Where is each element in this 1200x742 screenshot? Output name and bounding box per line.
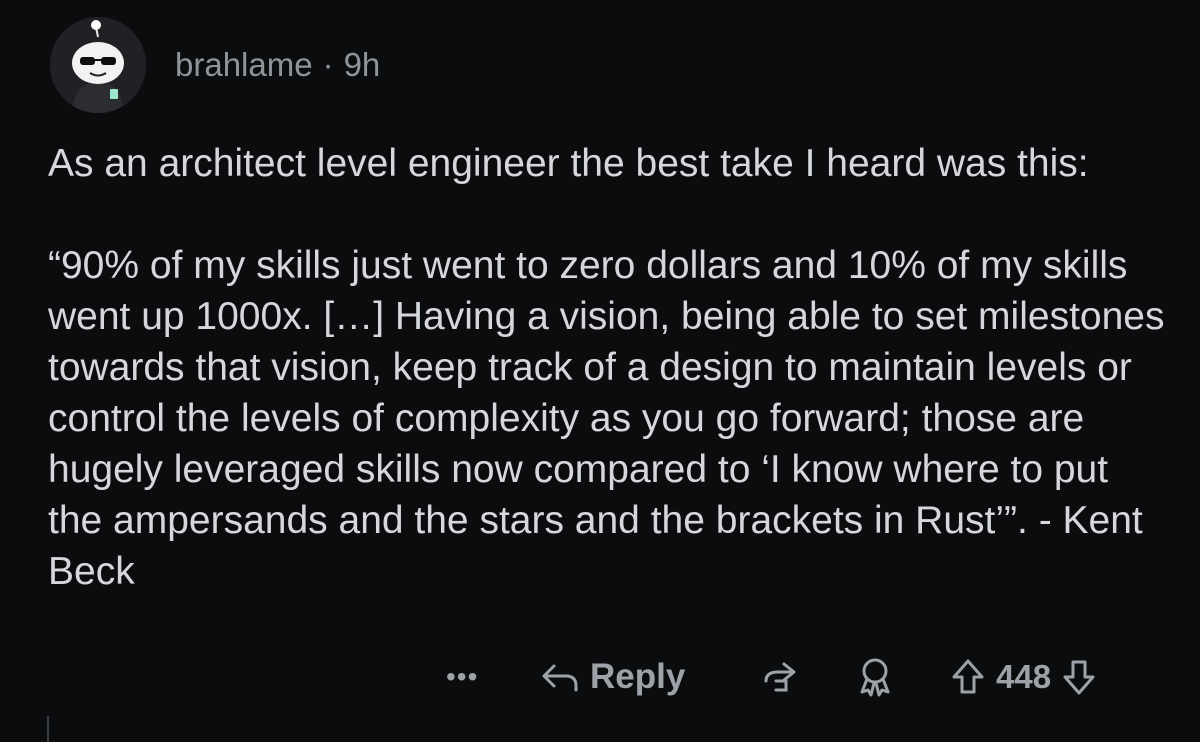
reply-button[interactable]: Reply — [540, 652, 685, 702]
snoo-avatar-icon — [50, 17, 146, 113]
thread-line[interactable] — [47, 716, 49, 742]
vote-count: 448 — [996, 658, 1052, 695]
upvote-arrow-icon[interactable] — [950, 657, 986, 697]
comment-age: 9h — [343, 46, 381, 83]
award-button[interactable] — [855, 652, 895, 702]
comment-paragraph: As an architect level engineer the best … — [48, 142, 1089, 185]
downvote-arrow-icon[interactable] — [1061, 657, 1097, 697]
award-icon — [860, 658, 890, 697]
comment-meta: brahlame · 9h — [175, 46, 380, 84]
more-options-label: ••• — [446, 661, 479, 692]
user-avatar[interactable] — [50, 17, 146, 113]
reply-arrow-icon — [542, 664, 578, 692]
meta-separator: · — [322, 46, 334, 83]
comment-paragraph: “90% of my skills just went to zero doll… — [48, 244, 1165, 593]
vote-control: 448 — [950, 652, 1097, 702]
username-link[interactable]: brahlame — [175, 46, 313, 83]
comment-body: As an architect level engineer the best … — [48, 138, 1168, 597]
comment: brahlame · 9h As an architect level engine… — [0, 0, 1200, 742]
comment-actions-bar: ••• Reply 448 — [0, 652, 1200, 702]
reply-label: Reply — [590, 657, 686, 696]
share-icon — [764, 662, 796, 692]
more-options-button[interactable]: ••• — [446, 652, 478, 702]
share-button[interactable] — [760, 652, 804, 702]
